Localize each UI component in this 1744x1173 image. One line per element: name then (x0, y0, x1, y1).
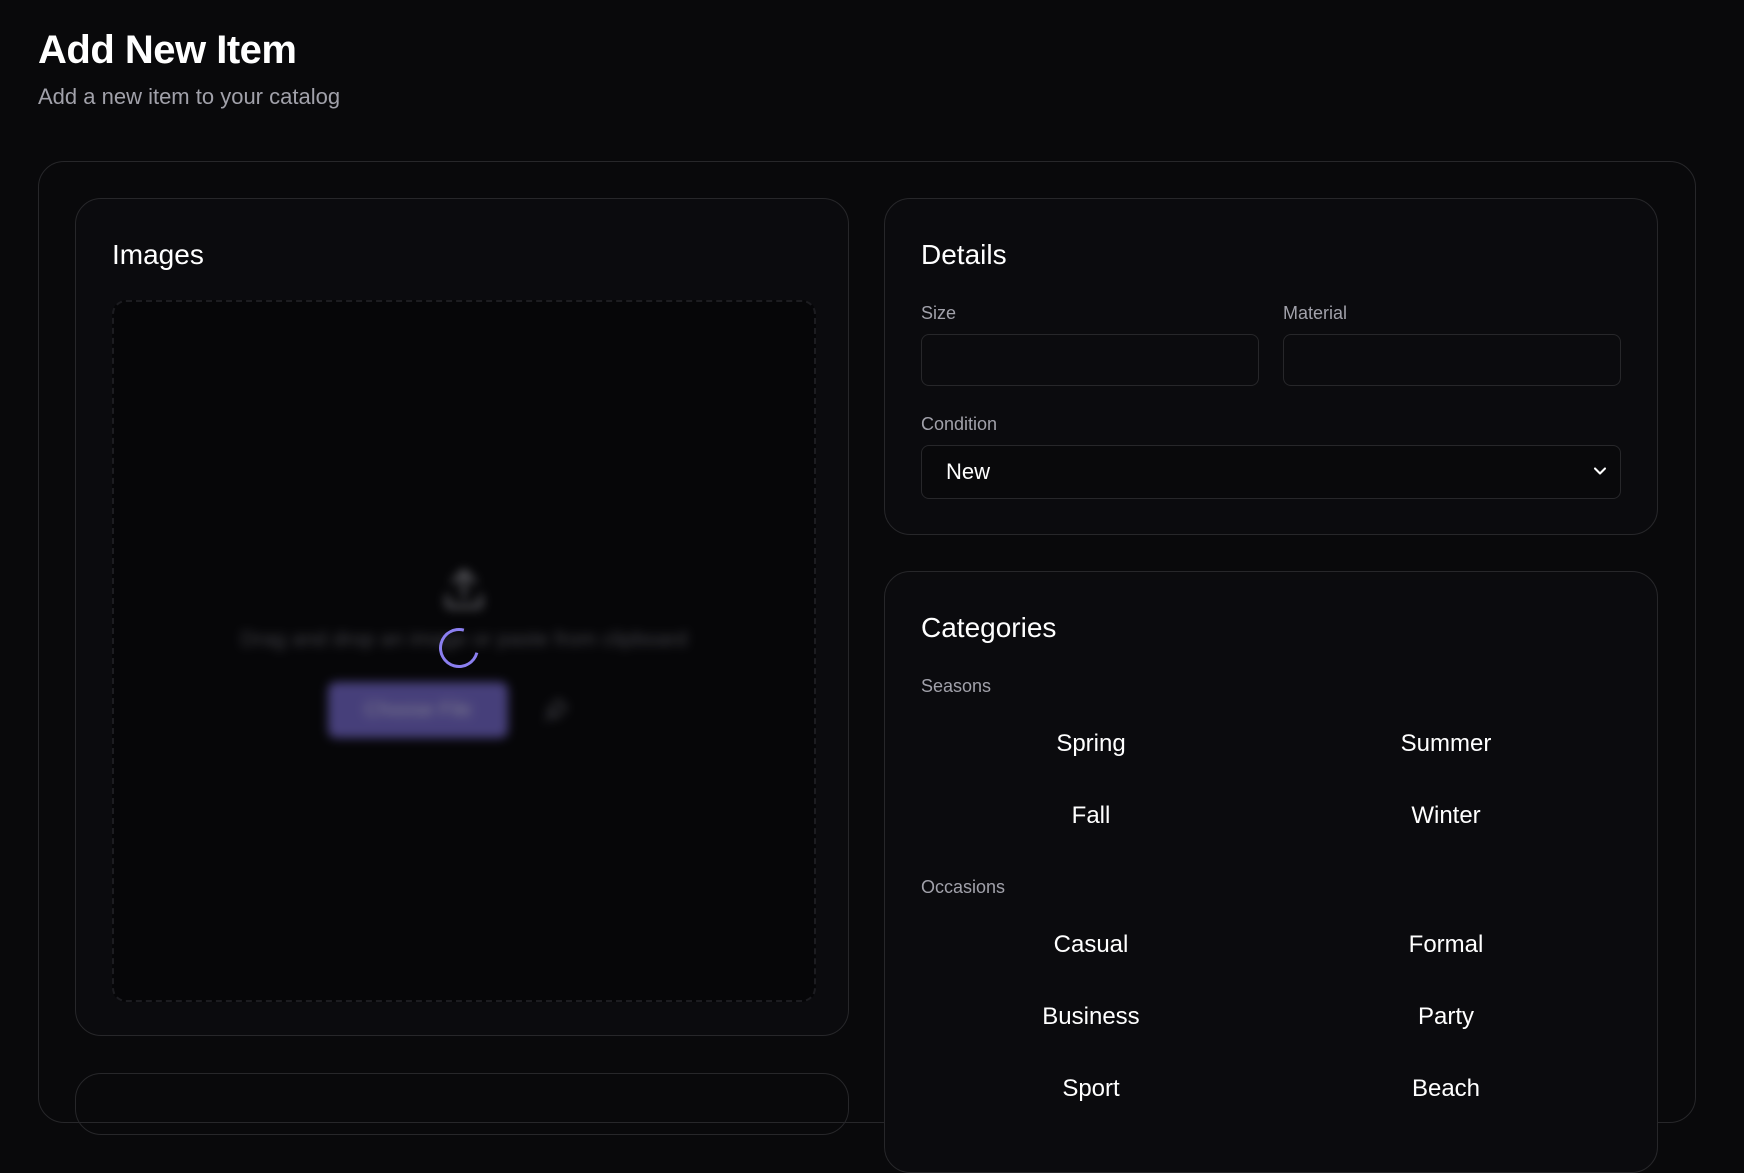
details-card-title: Details (921, 239, 1007, 270)
condition-label: Condition (921, 414, 998, 434)
size-label: Size (921, 303, 957, 323)
season-chip-fall[interactable]: Fall (921, 787, 1261, 845)
image-dropzone[interactable]: Drag and drop an image or paste from cli… (112, 300, 816, 1002)
occasion-chip-formal[interactable]: Formal (1276, 916, 1616, 974)
images-card-title: Images (112, 239, 204, 270)
categories-card: Categories Seasons Spring Summer Fall Wi… (884, 571, 1658, 1173)
occasion-chip-business[interactable]: Business (921, 988, 1261, 1046)
material-input[interactable] (1283, 334, 1621, 386)
condition-select[interactable]: New (921, 445, 1621, 499)
occasions-label: Occasions (921, 877, 1006, 897)
season-chip-winter[interactable]: Winter (1276, 787, 1616, 845)
condition-select-value: New (946, 459, 991, 484)
occasion-chip-party[interactable]: Party (1276, 988, 1616, 1046)
choose-file-button[interactable]: Choose File (328, 682, 508, 738)
chevron-down-icon (1593, 467, 1607, 475)
upload-icon (445, 569, 483, 609)
images-card: Images Drag and drop an image or paste f… (75, 198, 849, 1036)
occasion-chip-casual[interactable]: Casual (921, 916, 1261, 974)
occasion-chip-beach[interactable]: Beach (1276, 1060, 1616, 1118)
paste-icon[interactable] (541, 695, 571, 725)
item-form-panel: Images Drag and drop an image or paste f… (38, 161, 1696, 1173)
size-input[interactable] (921, 334, 1259, 386)
categories-card-title: Categories (921, 612, 1057, 643)
material-label: Material (1283, 303, 1348, 323)
page-subtitle: Add a new item to your catalog (38, 84, 341, 109)
seasons-label: Seasons (921, 676, 992, 696)
details-card: Details Size Material Condition New (884, 198, 1658, 535)
next-card (75, 1073, 849, 1135)
season-chip-spring[interactable]: Spring (921, 715, 1261, 773)
season-chip-summer[interactable]: Summer (1276, 715, 1616, 773)
page-title: Add New Item (38, 28, 297, 72)
occasion-chip-sport[interactable]: Sport (921, 1060, 1261, 1118)
